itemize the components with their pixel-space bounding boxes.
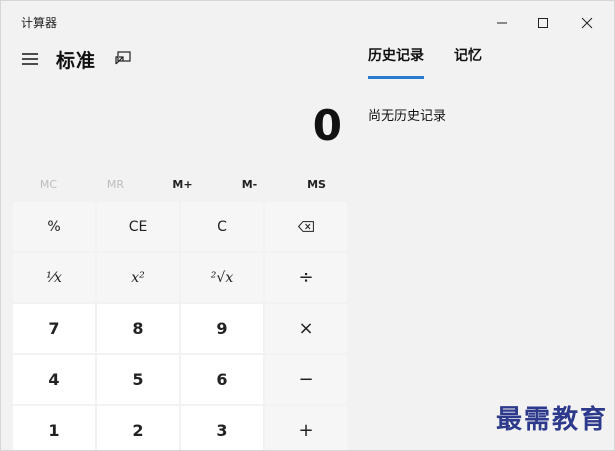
keypad: % CE C ¹⁄x x² ²√x ÷ 7 8 9 × 4 5 6 − 1 2 … [13, 202, 350, 450]
hamburger-icon [22, 53, 38, 65]
memory-row: MC MR M+ M- MS [15, 173, 350, 197]
keep-on-top-button[interactable] [111, 46, 135, 70]
digit-8-button[interactable]: 8 [97, 304, 179, 353]
percent-button[interactable]: % [13, 202, 95, 251]
digit-4-button[interactable]: 4 [13, 355, 95, 404]
memory-add-button[interactable]: M+ [149, 173, 216, 197]
digit-5-button[interactable]: 5 [97, 355, 179, 404]
mode-title: 标准 [56, 50, 97, 72]
reciprocal-label: ¹⁄x [46, 269, 62, 286]
clear-button[interactable]: C [181, 202, 263, 251]
navigation-menu-button[interactable] [17, 46, 43, 72]
memory-store-button[interactable]: MS [283, 173, 350, 197]
square-root-label: ²√x [210, 269, 234, 286]
digit-7-button[interactable]: 7 [13, 304, 95, 353]
square-button[interactable]: x² [97, 253, 179, 302]
close-icon [581, 17, 593, 29]
divide-button[interactable]: ÷ [265, 253, 347, 302]
keep-on-top-icon [115, 51, 131, 65]
history-empty-message: 尚无历史记录 [368, 109, 447, 124]
result-display: 0 [312, 101, 342, 150]
square-label: x² [131, 269, 145, 286]
backspace-button[interactable] [265, 202, 347, 251]
digit-1-button[interactable]: 1 [13, 406, 95, 450]
multiply-button[interactable]: × [265, 304, 347, 353]
square-root-button[interactable]: ²√x [181, 253, 263, 302]
minimize-icon [497, 22, 507, 24]
app-title: 计算器 [21, 16, 58, 30]
tab-memory[interactable]: 记忆 [454, 45, 482, 77]
digit-3-button[interactable]: 3 [181, 406, 263, 450]
memory-recall-button[interactable]: MR [82, 173, 149, 197]
backspace-icon [298, 221, 314, 232]
add-button[interactable]: + [265, 406, 347, 450]
clear-entry-button[interactable]: CE [97, 202, 179, 251]
minimize-button[interactable] [487, 9, 517, 37]
maximize-icon [538, 18, 548, 28]
side-panel-tabs: 历史记录 记忆 [368, 45, 482, 79]
calculator-window: 计算器 标准 0 MC MR M+ M- MS % CE C ¹⁄x x² ²√… [0, 0, 615, 451]
subtract-button[interactable]: − [265, 355, 347, 404]
digit-6-button[interactable]: 6 [181, 355, 263, 404]
digit-2-button[interactable]: 2 [97, 406, 179, 450]
watermark-logo: 最需教育 [495, 405, 608, 435]
memory-subtract-button[interactable]: M- [216, 173, 283, 197]
close-button[interactable] [572, 9, 602, 37]
reciprocal-button[interactable]: ¹⁄x [13, 253, 95, 302]
memory-clear-button[interactable]: MC [15, 173, 82, 197]
tab-history[interactable]: 历史记录 [368, 45, 424, 79]
maximize-button[interactable] [528, 9, 558, 37]
title-bar: 计算器 [1, 1, 614, 45]
digit-9-button[interactable]: 9 [181, 304, 263, 353]
